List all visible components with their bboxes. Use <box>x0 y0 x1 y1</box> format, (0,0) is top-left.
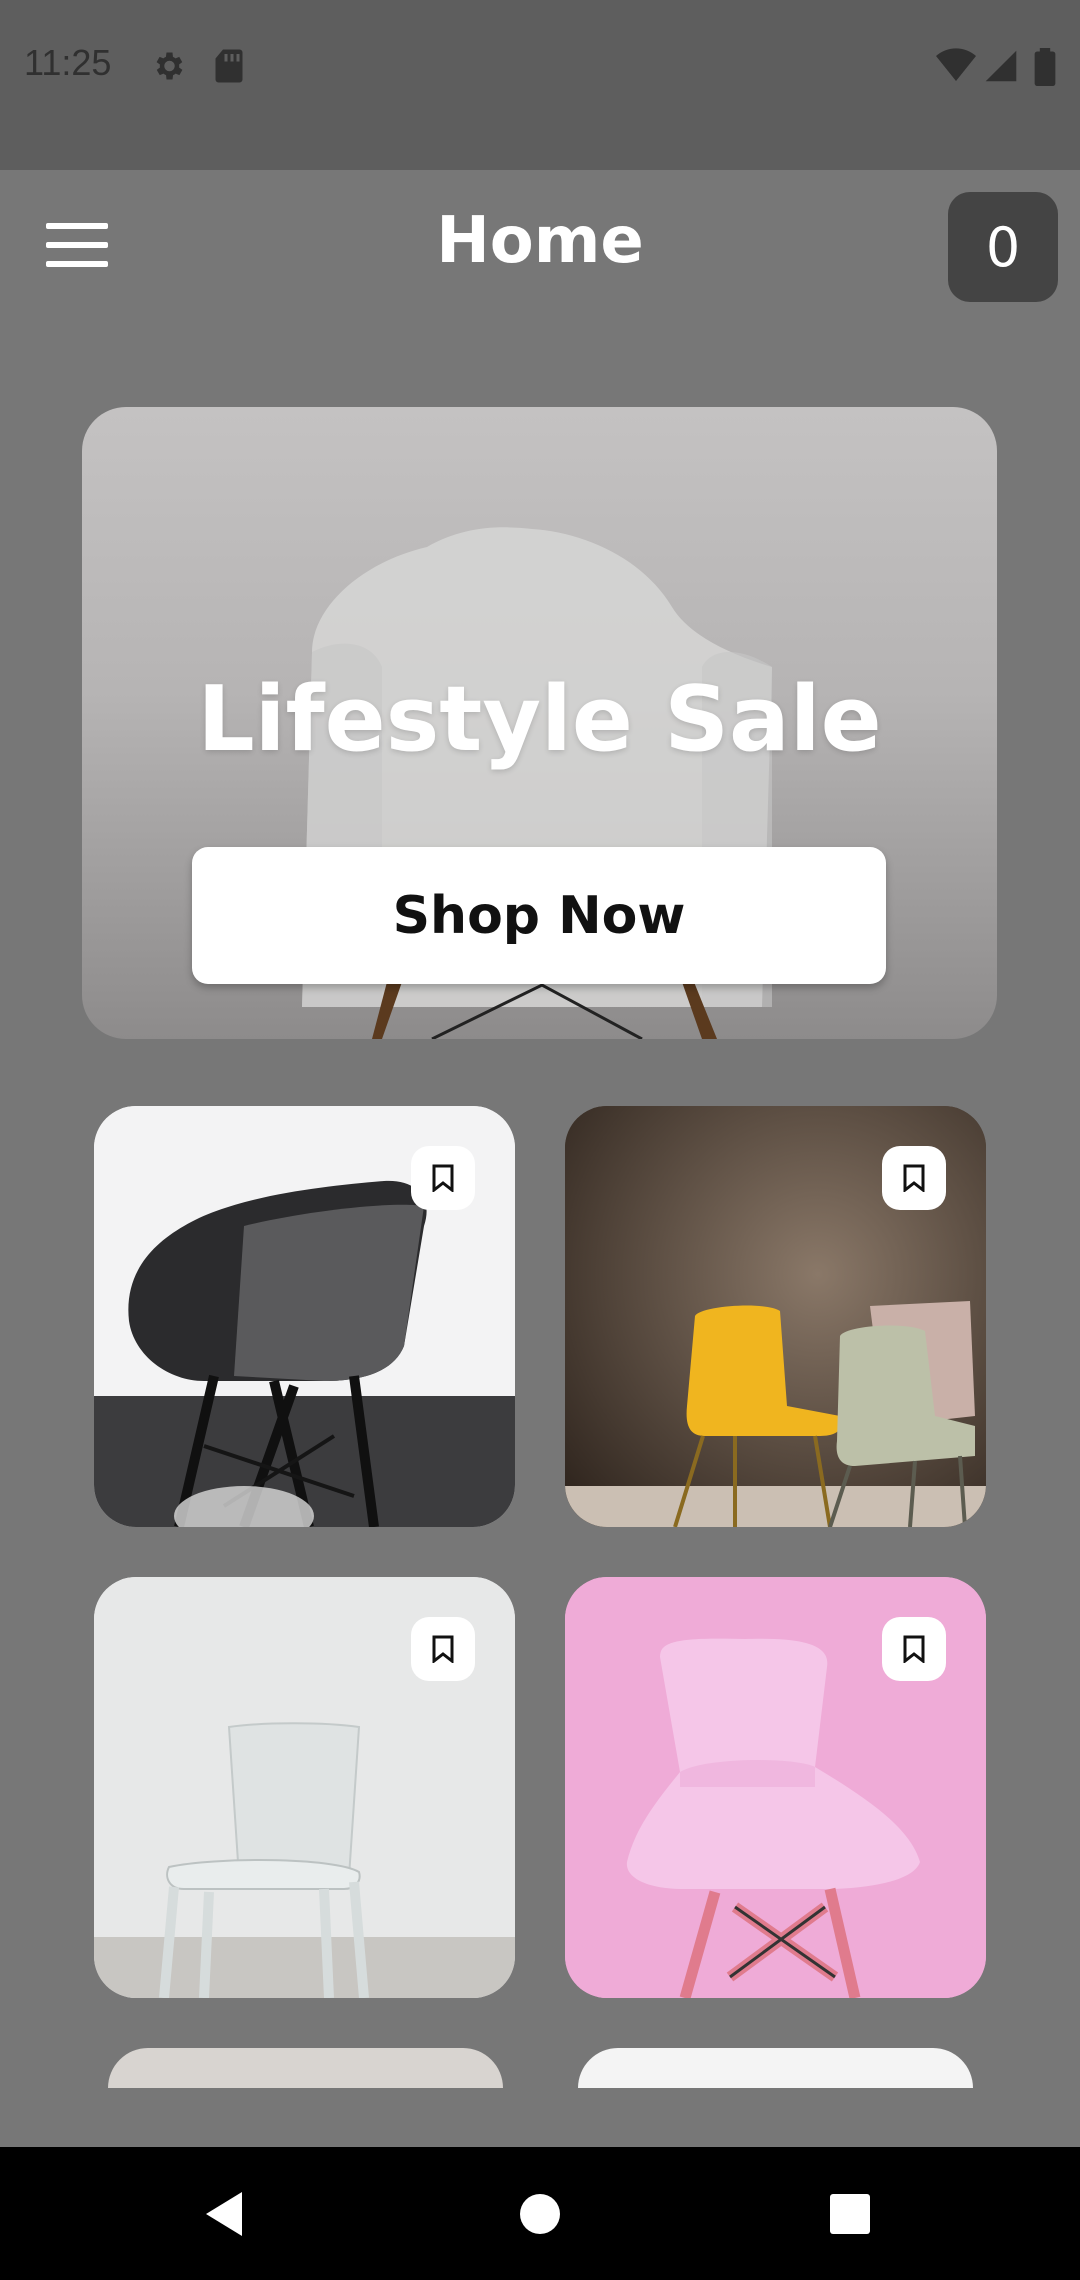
bookmark-button[interactable] <box>411 1617 475 1681</box>
sd-card-icon <box>214 48 244 88</box>
product-card[interactable] <box>565 1106 986 1527</box>
back-icon[interactable] <box>202 2190 246 2238</box>
product-card-peek[interactable] <box>108 2048 503 2088</box>
bookmark-button[interactable] <box>882 1617 946 1681</box>
bookmark-icon <box>903 1635 925 1663</box>
bookmark-button[interactable] <box>882 1146 946 1210</box>
bookmark-button[interactable] <box>411 1146 475 1210</box>
battery-icon <box>1034 48 1056 90</box>
settings-icon <box>150 48 186 88</box>
bookmark-icon <box>432 1635 454 1663</box>
recents-icon[interactable] <box>829 2193 871 2235</box>
cell-signal-icon <box>984 48 1018 88</box>
status-bar: 11:25 <box>0 0 1080 170</box>
bookmark-icon <box>432 1164 454 1192</box>
hero-title: Lifestyle Sale <box>197 667 882 772</box>
product-card[interactable] <box>94 1106 515 1527</box>
product-card[interactable] <box>565 1577 986 1998</box>
bookmark-icon <box>903 1164 925 1192</box>
wifi-icon <box>936 48 976 88</box>
hero-banner: Lifestyle Sale Shop Now <box>82 407 997 1039</box>
product-card[interactable] <box>94 1577 515 1998</box>
product-card-peek[interactable] <box>578 2048 973 2088</box>
shop-now-button[interactable]: Shop Now <box>192 847 886 984</box>
status-time: 11:25 <box>24 42 112 83</box>
cart-count-button[interactable]: 0 <box>948 192 1058 302</box>
page-title: Home <box>436 204 644 278</box>
home-icon[interactable] <box>518 2192 562 2236</box>
system-nav-bar <box>0 2147 1080 2280</box>
